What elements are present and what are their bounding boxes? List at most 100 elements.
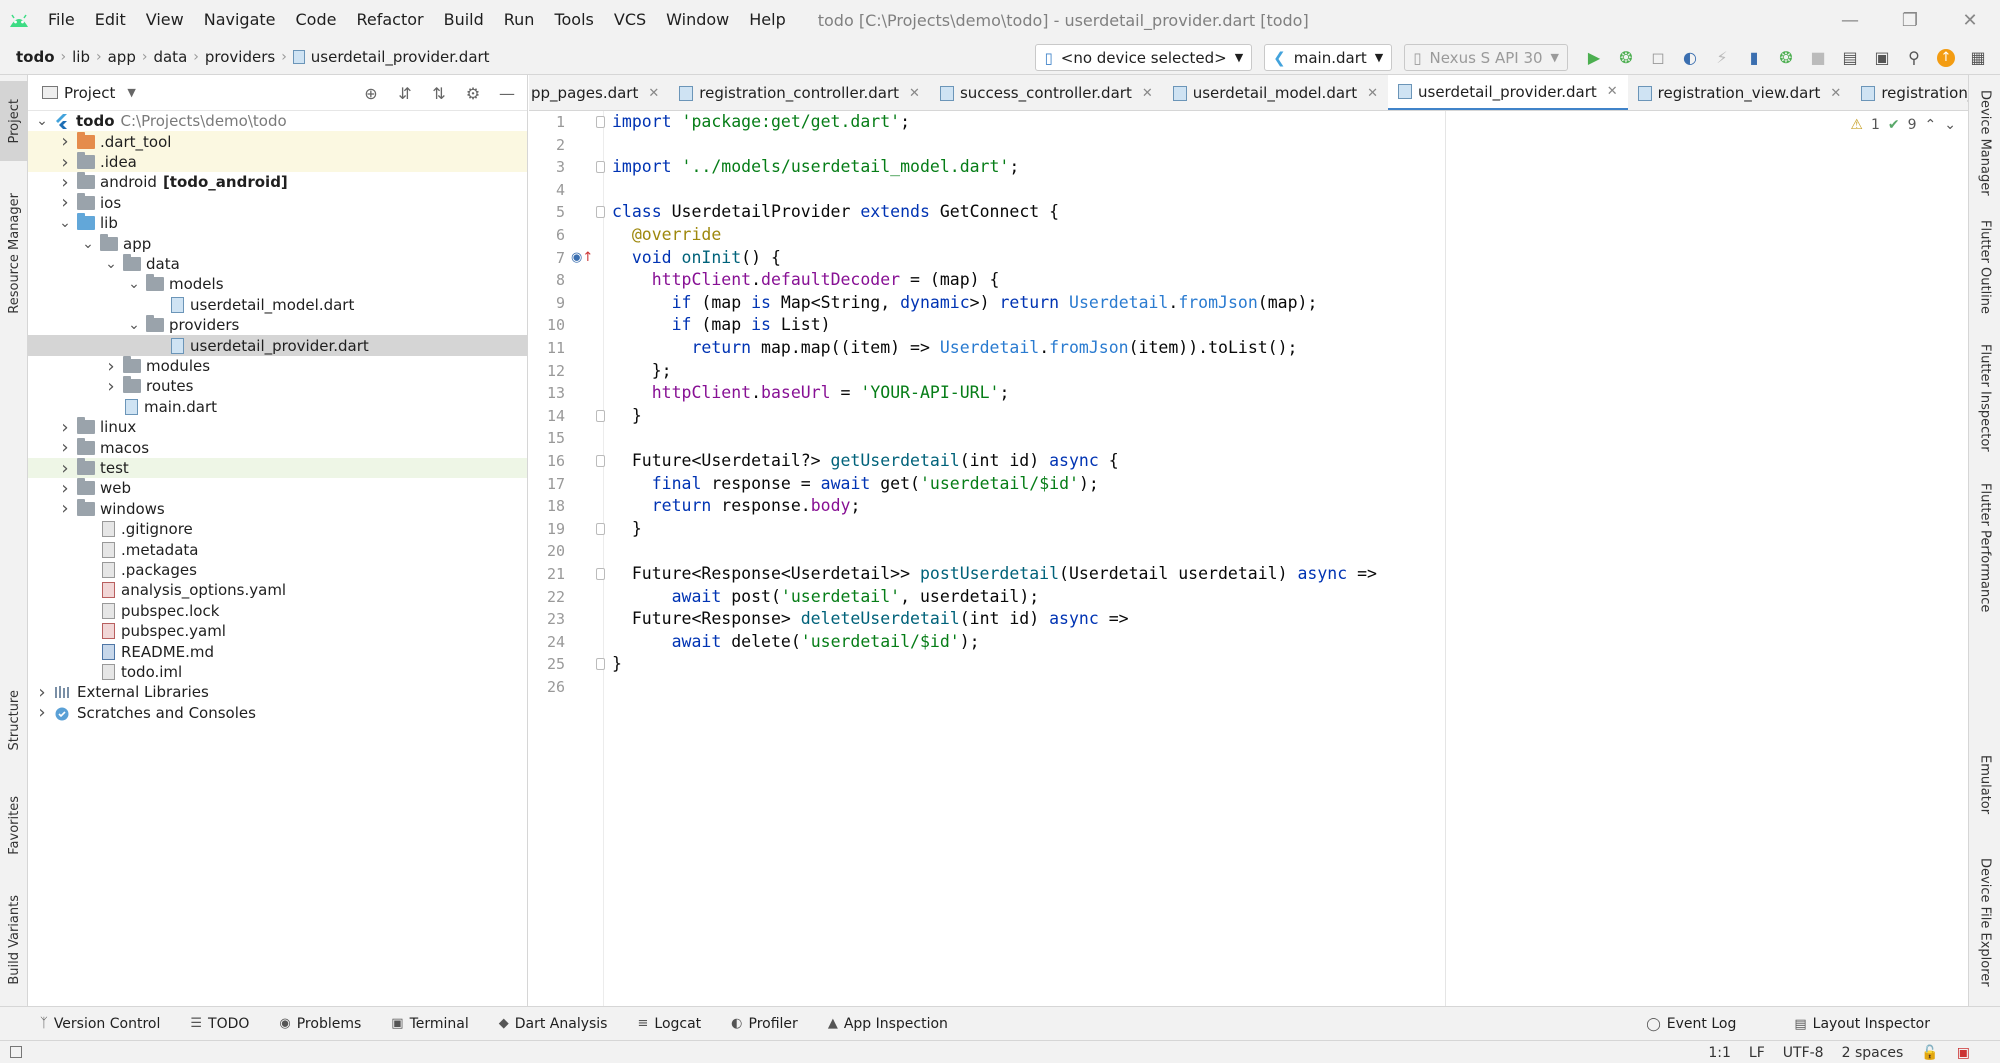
code-line[interactable]: httpClient.defaultDecoder = (map) {	[612, 269, 1000, 292]
bottom-tab-dart-analysis[interactable]: ◆ Dart Analysis	[499, 1016, 608, 1032]
code-line[interactable]: return response.body;	[612, 495, 861, 518]
editor-tab[interactable]: userdetail_provider.dart ✕	[1388, 75, 1628, 110]
code-line[interactable]: if (map is List)	[612, 314, 831, 337]
tree-item[interactable]: › test	[28, 458, 527, 479]
menu-refactor[interactable]: Refactor	[346, 0, 433, 40]
collapse-all-icon[interactable]: ⇅	[425, 84, 453, 103]
code-editor[interactable]: 1 2 3 4 5 6 7 ◉↑ 8 9 10 11 12 13 14 15 16 17 18 19 20 21 22 23 2…	[529, 111, 1968, 1006]
close-icon[interactable]: ✕	[1367, 86, 1378, 101]
tree-item[interactable]: › routes	[28, 376, 527, 397]
chevron-down-icon[interactable]: ⌄	[126, 276, 142, 292]
menu-run[interactable]: Run	[494, 0, 545, 40]
tree-item[interactable]: todo.iml	[28, 662, 527, 682]
chevron-down-icon[interactable]: ⌄	[1944, 117, 1956, 133]
code-line[interactable]: final response = await get('userdetail/$…	[612, 473, 1099, 496]
tree-item[interactable]: ⌄ todo C:\Projects\demo\todo	[28, 111, 527, 131]
tree-item[interactable]: ⌄ app	[28, 233, 527, 253]
tool-tab-flutter-outline[interactable]: Flutter Outline	[1969, 210, 2000, 325]
tree-item[interactable]: › linux	[28, 417, 527, 438]
code-line[interactable]: httpClient.baseUrl = 'YOUR-API-URL';	[612, 382, 1010, 405]
bottom-tab-version-control[interactable]: ᛉ Version Control	[40, 1016, 160, 1032]
code-line[interactable]: @override	[612, 224, 721, 247]
code-line[interactable]: Future<Response<Userdetail>> postUserdet…	[612, 563, 1377, 586]
fold-marker-icon[interactable]	[596, 522, 605, 535]
override-method-icon[interactable]: ◉↑	[571, 250, 593, 265]
close-icon[interactable]: ✕	[1142, 86, 1153, 101]
tool-tab-device-manager[interactable]: Device Manager	[1969, 83, 2000, 203]
editor-tab[interactable]: userdetail_model.dart ✕	[1163, 75, 1388, 110]
run-coverage-icon[interactable]: ◻	[1644, 44, 1672, 72]
code-line[interactable]: Future<Response> deleteUserdetail(int id…	[612, 608, 1129, 631]
breadcrumb-item[interactable]: providers	[199, 48, 281, 66]
tree-item[interactable]: analysis_options.yaml	[28, 580, 527, 600]
code-line[interactable]: await post('userdetail', userdetail);	[612, 586, 1040, 609]
tree-item[interactable]: main.dart	[28, 397, 527, 417]
close-icon[interactable]: ✕	[648, 86, 659, 101]
tool-tab-device-file-explorer[interactable]: Device File Explorer	[1969, 845, 2000, 1000]
chevron-right-icon[interactable]: ›	[57, 172, 73, 193]
code-line[interactable]: import '../models/userdetail_model.dart'…	[612, 156, 1019, 179]
toggle-tool-windows-icon[interactable]	[10, 1046, 22, 1058]
chevron-right-icon[interactable]: ›	[57, 417, 73, 438]
tree-item[interactable]: › .dart_tool	[28, 131, 527, 152]
chevron-right-icon[interactable]: ›	[57, 478, 73, 499]
menu-code[interactable]: Code	[286, 0, 347, 40]
code-line[interactable]: await delete('userdetail/$id');	[612, 631, 980, 654]
chevron-right-icon[interactable]: ›	[103, 376, 119, 397]
tree-item[interactable]: .packages	[28, 560, 527, 580]
chevron-down-icon[interactable]: ⌄	[103, 256, 119, 272]
chevron-down-icon[interactable]: ⌄	[34, 113, 50, 129]
chevron-right-icon[interactable]: ›	[57, 152, 73, 173]
tool-tab-project[interactable]: Project	[0, 81, 28, 161]
code-line[interactable]: Future<Userdetail?> getUserdetail(int id…	[612, 450, 1119, 473]
menu-view[interactable]: View	[136, 0, 194, 40]
tree-item[interactable]: ⌄ models	[28, 274, 527, 294]
lock-icon[interactable]: 🔓	[1921, 1045, 1938, 1061]
code-line[interactable]: return map.map((item) => Userdetail.from…	[612, 337, 1297, 360]
bottom-tab-terminal[interactable]: ▣ Terminal	[391, 1016, 468, 1032]
locate-icon[interactable]: ⊕	[357, 84, 385, 103]
chevron-right-icon[interactable]: ›	[34, 682, 50, 703]
editor-tab[interactable]: registration_view.dart ✕	[1628, 75, 1852, 110]
sdk-manager-icon[interactable]: ▣	[1868, 44, 1896, 72]
chevron-down-icon[interactable]: ⌄	[57, 215, 73, 231]
tree-item[interactable]: README.md	[28, 641, 527, 661]
debug-icon[interactable]: ❂	[1612, 44, 1640, 72]
menu-vcs[interactable]: VCS	[604, 0, 656, 40]
chevron-right-icon[interactable]: ›	[57, 437, 73, 458]
close-icon[interactable]: ✕	[1830, 86, 1841, 101]
restore-icon[interactable]: ❐	[1880, 0, 1940, 40]
fold-marker-icon[interactable]	[596, 658, 605, 671]
bottom-tab-logcat[interactable]: ≡ Logcat	[637, 1016, 701, 1032]
tree-item[interactable]: ⌄ lib	[28, 213, 527, 233]
fold-marker-icon[interactable]	[596, 206, 605, 219]
chevron-right-icon[interactable]: ›	[57, 192, 73, 213]
menu-navigate[interactable]: Navigate	[194, 0, 286, 40]
code-line[interactable]: import 'package:get/get.dart';	[612, 111, 920, 134]
tree-item[interactable]: pubspec.lock	[28, 601, 527, 621]
code-line[interactable]: }	[612, 518, 642, 541]
tree-item[interactable]: › android [todo_android]	[28, 172, 527, 193]
tree-item[interactable]: .metadata	[28, 539, 527, 559]
bottom-tab-app-inspection[interactable]: ▲ App Inspection	[828, 1016, 948, 1032]
tool-tab-flutter-inspector[interactable]: Flutter Inspector	[1969, 333, 2000, 463]
tree-item[interactable]: › .idea	[28, 152, 527, 173]
menu-help[interactable]: Help	[739, 0, 795, 40]
bottom-tab-todo[interactable]: ☰ TODO	[190, 1016, 249, 1032]
bottom-tab-problems[interactable]: ◉ Problems	[279, 1016, 361, 1032]
tool-tab-build-variants[interactable]: Build Variants	[0, 880, 28, 1000]
project-panel-title[interactable]: Project	[64, 84, 115, 102]
breadcrumb-item[interactable]: userdetail_provider.dart	[287, 48, 496, 66]
bottom-tab-event-log[interactable]: ◯ Event Log	[1646, 1016, 1736, 1032]
tree-item[interactable]: › windows	[28, 498, 527, 519]
breadcrumb-item[interactable]: data	[147, 48, 193, 66]
bottom-tab-profiler[interactable]: ◐ Profiler	[731, 1016, 798, 1032]
tool-tab-resource-manager[interactable]: Resource Manager	[0, 173, 28, 333]
hot-reload-icon[interactable]: ⚡	[1708, 44, 1736, 72]
code-line[interactable]: void onInit() {	[612, 247, 781, 270]
close-icon[interactable]: ✕	[1607, 84, 1618, 99]
editor-tab[interactable]: success_controller.dart ✕	[930, 75, 1163, 110]
apply-changes-icon[interactable]: ▮	[1740, 44, 1768, 72]
chevron-right-icon[interactable]: ›	[34, 702, 50, 723]
tree-item[interactable]: .gitignore	[28, 519, 527, 539]
